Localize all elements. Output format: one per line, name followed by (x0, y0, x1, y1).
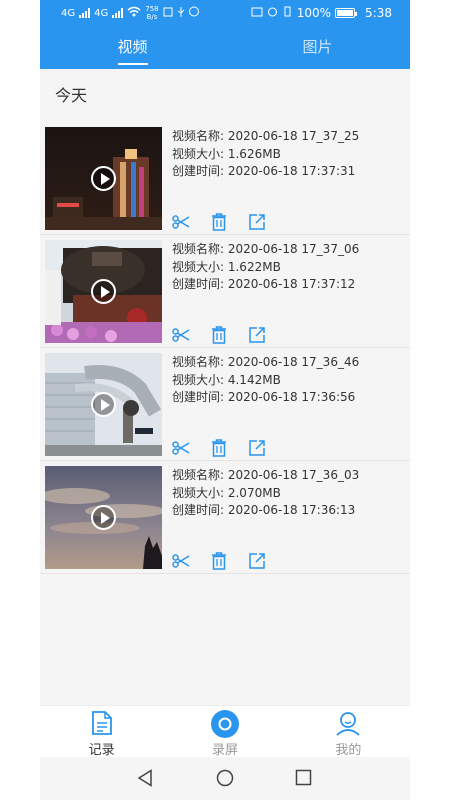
scissors-icon[interactable] (170, 325, 192, 345)
play-icon[interactable] (91, 279, 116, 304)
play-icon[interactable] (91, 392, 116, 417)
video-name: 视频名称: 2020-06-18 17_37_25 (172, 129, 360, 143)
video-info: 视频名称: 2020-06-18 17_37_06 视频大小: 1.622MB … (172, 241, 359, 294)
item-actions (170, 212, 268, 232)
alarm-icon (267, 6, 278, 20)
item-actions (170, 325, 268, 345)
status-bar: 4G 4G 758 B/s 100% 5:38 (40, 0, 410, 27)
usb-icon (177, 6, 185, 20)
battery-icon (335, 8, 358, 18)
system-navigation-bar (40, 757, 410, 800)
wifi-icon (127, 6, 141, 20)
nav-label-profile: 我的 (335, 743, 362, 758)
cast-icon (251, 6, 263, 20)
network-speed: 758 B/s (145, 5, 158, 21)
scissors-icon[interactable] (170, 438, 192, 458)
video-size: 视频大小: 1.626MB (172, 146, 281, 161)
status-bar-left: 4G 4G 758 B/s (61, 5, 199, 21)
video-created-time: 创建时间: 2020-06-18 17:37:31 (172, 164, 356, 178)
list-item: 视频名称: 2020-06-18 17_36_46 视频大小: 4.142MB … (40, 348, 410, 461)
list-item: 视频名称: 2020-06-18 17_36_03 视频大小: 2.070MB … (40, 461, 410, 574)
play-icon[interactable] (91, 505, 116, 530)
nav-label-records: 记录 (88, 743, 115, 758)
video-name: 视频名称: 2020-06-18 17_36_03 (172, 468, 360, 482)
share-icon[interactable] (246, 551, 268, 571)
speed-unit: B/s (146, 13, 158, 21)
record-icon (210, 710, 239, 742)
video-info: 视频名称: 2020-06-18 17_37_25 视频大小: 1.626MB … (172, 128, 359, 181)
video-thumbnail[interactable] (45, 127, 162, 230)
section-date-header: 今天 (55, 86, 88, 105)
battery-percent: 100% (296, 6, 332, 20)
video-created-time: 创建时间: 2020-06-18 17:36:13 (172, 503, 356, 517)
share-icon[interactable] (246, 212, 268, 232)
home-icon[interactable] (216, 769, 234, 791)
trash-icon[interactable] (208, 551, 230, 571)
signal-icon (79, 8, 91, 18)
list-item: 视频名称: 2020-06-18 17_37_06 视频大小: 1.622MB … (40, 235, 410, 348)
video-size: 视频大小: 1.622MB (172, 259, 281, 274)
network-type-1: 4G (61, 7, 76, 19)
recents-icon[interactable] (295, 769, 312, 790)
signal-icon-2 (112, 8, 124, 18)
network-type-2: 4G (94, 7, 109, 19)
video-created-time: 创建时间: 2020-06-18 17:36:56 (172, 390, 356, 404)
nav-item-profile[interactable]: 我的 (287, 706, 410, 758)
scissors-icon[interactable] (170, 212, 192, 232)
item-actions (170, 438, 268, 458)
clock: 5:38 (365, 6, 392, 20)
video-thumbnail[interactable] (45, 240, 162, 343)
tab-videos[interactable]: 视频 (40, 34, 225, 69)
speed-value: 758 (145, 5, 159, 13)
video-size: 视频大小: 4.142MB (172, 372, 281, 387)
item-actions (170, 551, 268, 571)
trash-icon[interactable] (208, 438, 230, 458)
trash-icon[interactable] (208, 212, 230, 232)
profile-icon (335, 710, 361, 740)
share-icon[interactable] (246, 325, 268, 345)
back-icon[interactable] (137, 769, 153, 791)
scissors-icon[interactable] (170, 551, 192, 571)
app-header: 4G 4G 758 B/s 100% 5:38 视频 图片 (40, 0, 410, 69)
video-name: 视频名称: 2020-06-18 17_37_06 (172, 242, 360, 256)
nav-item-records[interactable]: 记录 (40, 706, 163, 758)
play-icon[interactable] (91, 166, 116, 191)
share-icon[interactable] (246, 438, 268, 458)
tab-bar: 视频 图片 (40, 34, 410, 69)
nav-label-record-screen: 录屏 (211, 743, 238, 758)
app-screen: 4G 4G 758 B/s 100% 5:38 视频 图片 今天 视频名称: 2… (40, 0, 410, 800)
notification-icon (163, 7, 173, 20)
nav-item-record-screen[interactable]: 录屏 (163, 706, 286, 758)
list-item: 视频名称: 2020-06-18 17_37_25 视频大小: 1.626MB … (40, 122, 410, 235)
video-thumbnail[interactable] (45, 466, 162, 569)
status-bar-right: 100% 5:38 (251, 6, 392, 20)
video-thumbnail[interactable] (45, 353, 162, 456)
tab-images[interactable]: 图片 (225, 34, 410, 69)
video-info: 视频名称: 2020-06-18 17_36_46 视频大小: 4.142MB … (172, 354, 359, 407)
video-list: 视频名称: 2020-06-18 17_37_25 视频大小: 1.626MB … (40, 122, 410, 574)
shield-icon (188, 6, 199, 20)
video-size: 视频大小: 2.070MB (172, 485, 281, 500)
vibrate-icon (282, 6, 293, 20)
video-created-time: 创建时间: 2020-06-18 17:37:12 (172, 277, 356, 291)
video-name: 视频名称: 2020-06-18 17_36_46 (172, 355, 360, 369)
video-info: 视频名称: 2020-06-18 17_36_03 视频大小: 2.070MB … (172, 467, 359, 520)
document-icon (91, 710, 113, 740)
bottom-navigation: 记录 录屏 我的 (40, 705, 410, 758)
trash-icon[interactable] (208, 325, 230, 345)
